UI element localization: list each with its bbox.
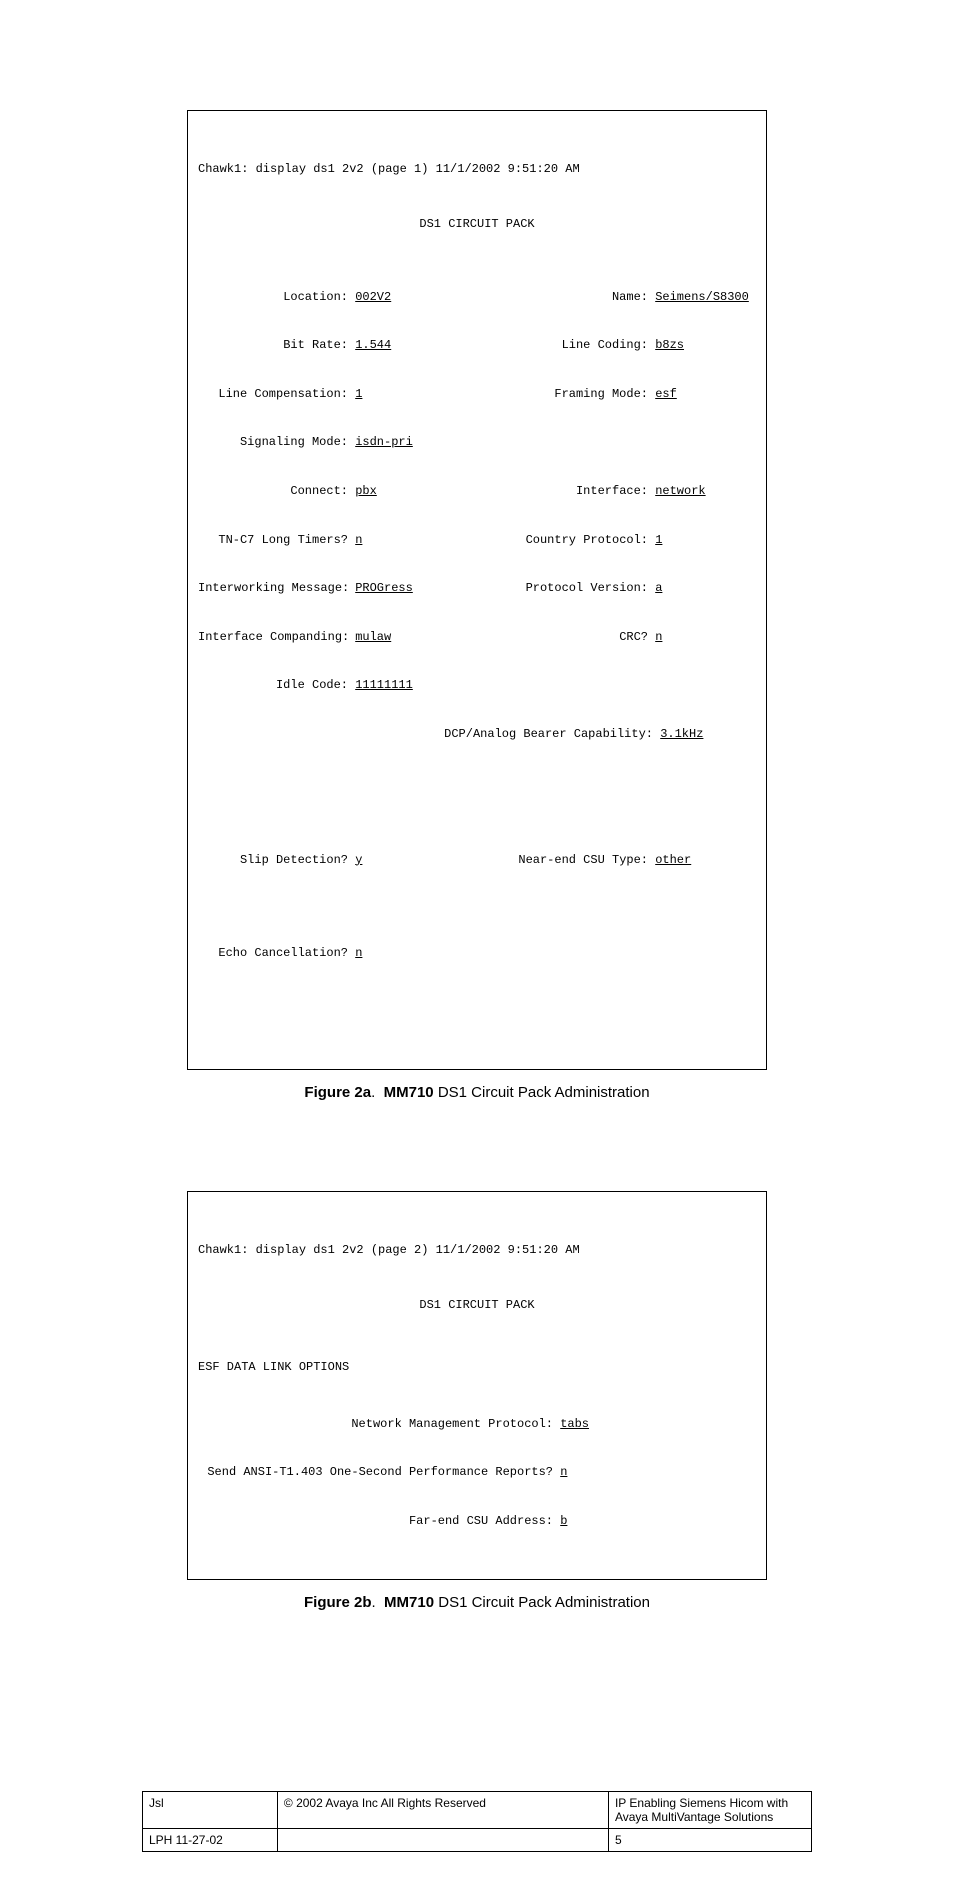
linecoding-value: b8zs	[655, 338, 684, 352]
footer-doc-title: IP Enabling Siemens Hicom with Avaya Mul…	[608, 1792, 811, 1829]
crc-value: n	[655, 630, 662, 644]
terminal-output-page1: Chawk1: display ds1 2v2 (page 1) 11/1/20…	[187, 110, 767, 1070]
connect-label: Connect:	[198, 483, 348, 499]
connect-value: pbx	[355, 484, 377, 498]
intermsg-value: PROGress	[355, 581, 413, 595]
location-label: Location:	[198, 289, 348, 305]
interface-value: network	[655, 484, 705, 498]
ansi-value: n	[560, 1465, 567, 1479]
figure-2b-rest: DS1 Circuit Pack Administration	[434, 1594, 650, 1611]
intermsg-label: Interworking Message:	[198, 580, 348, 596]
figure-2b-bold: MM710	[384, 1594, 434, 1611]
echo-value: n	[355, 946, 362, 960]
ifcomp-label: Interface Companding:	[198, 629, 348, 645]
linecomp-label: Line Compensation:	[198, 386, 348, 402]
terminal-header-1: Chawk1: display ds1 2v2 (page 1) 11/1/20…	[198, 161, 756, 177]
ansi-label: Send ANSI-T1.403 One-Second Performance …	[198, 1464, 553, 1480]
location-value: 002V2	[355, 290, 391, 304]
figure-2a-caption: Figure 2a. MM710 DS1 Circuit Pack Admini…	[90, 1084, 864, 1101]
figure-2a-bold: MM710	[384, 1084, 434, 1101]
nmp-value: tabs	[560, 1417, 589, 1431]
farend-label: Far-end CSU Address:	[198, 1513, 553, 1529]
nmp-label: Network Management Protocol:	[198, 1416, 553, 1432]
protver-value: a	[655, 581, 662, 595]
footer-docid: LPH 11-27-02	[143, 1829, 278, 1852]
protver-label: Protocol Version:	[488, 580, 648, 596]
linecoding-label: Line Coding:	[488, 337, 648, 353]
framing-label: Framing Mode:	[488, 386, 648, 402]
dcp-value: 3.1kHz	[660, 727, 703, 741]
bitrate-label: Bit Rate:	[198, 337, 348, 353]
nearend-label: Near-end CSU Type:	[488, 852, 648, 868]
framing-value: esf	[655, 387, 677, 401]
footer-page-number: 5	[608, 1829, 811, 1852]
tnc7-value: n	[355, 533, 362, 547]
country-label: Country Protocol:	[488, 532, 648, 548]
ifcomp-value: mulaw	[355, 630, 391, 644]
interface-label: Interface:	[488, 483, 648, 499]
terminal-header-2: Chawk1: display ds1 2v2 (page 2) 11/1/20…	[198, 1242, 756, 1258]
nearend-value: other	[655, 853, 691, 867]
footer-table: Jsl © 2002 Avaya Inc All Rights Reserved…	[142, 1791, 812, 1852]
echo-label: Echo Cancellation?	[198, 945, 348, 961]
name-label: Name:	[488, 289, 648, 305]
linecomp-value: 1	[355, 387, 362, 401]
name-value: Seimens/S8300	[655, 290, 749, 304]
footer-copyright: © 2002 Avaya Inc All Rights Reserved	[277, 1792, 608, 1829]
sigmode-label: Signaling Mode:	[198, 434, 348, 450]
idle-value: 11111111	[355, 678, 413, 692]
sigmode-value: isdn-pri	[355, 435, 413, 449]
terminal-title-2: DS1 CIRCUIT PACK	[198, 1297, 756, 1313]
esf-section-label: ESF DATA LINK OPTIONS	[198, 1359, 756, 1375]
document-page: Chawk1: display ds1 2v2 (page 1) 11/1/20…	[0, 0, 954, 1882]
figure-2a-rest: DS1 Circuit Pack Administration	[434, 1084, 650, 1101]
figure-2b-caption: Figure 2b. MM710 DS1 Circuit Pack Admini…	[90, 1594, 864, 1611]
slip-value: y	[355, 853, 362, 867]
footer-empty	[277, 1829, 608, 1852]
terminal-title-1: DS1 CIRCUIT PACK	[198, 216, 756, 232]
bitrate-value: 1.544	[355, 338, 391, 352]
dcp-label: DCP/Analog Bearer Capability:	[198, 726, 653, 742]
terminal-output-page2: Chawk1: display ds1 2v2 (page 2) 11/1/20…	[187, 1191, 767, 1581]
farend-value: b	[560, 1514, 567, 1528]
figure-2a-number: Figure 2a	[304, 1084, 371, 1101]
slip-label: Slip Detection?	[198, 852, 348, 868]
footer-author: Jsl	[143, 1792, 278, 1829]
idle-label: Idle Code:	[198, 677, 348, 693]
crc-label: CRC?	[488, 629, 648, 645]
tnc7-label: TN-C7 Long Timers?	[198, 532, 348, 548]
figure-2b-number: Figure 2b	[304, 1594, 372, 1611]
country-value: 1	[655, 533, 662, 547]
